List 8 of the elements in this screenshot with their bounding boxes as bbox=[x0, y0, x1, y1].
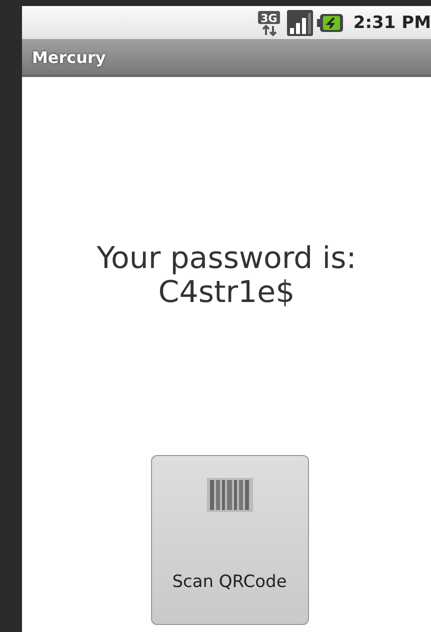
scan-button[interactable]: Scan QRCode bbox=[150, 455, 308, 625]
password-value: C4str1e$ bbox=[158, 276, 295, 310]
signal-icon bbox=[287, 10, 314, 36]
barcode-icon bbox=[206, 478, 252, 512]
clock: 2:31 PM bbox=[353, 12, 431, 32]
password-label: Your password is: bbox=[96, 242, 356, 276]
app-title: Mercury bbox=[32, 48, 106, 66]
battery-icon bbox=[317, 12, 344, 32]
